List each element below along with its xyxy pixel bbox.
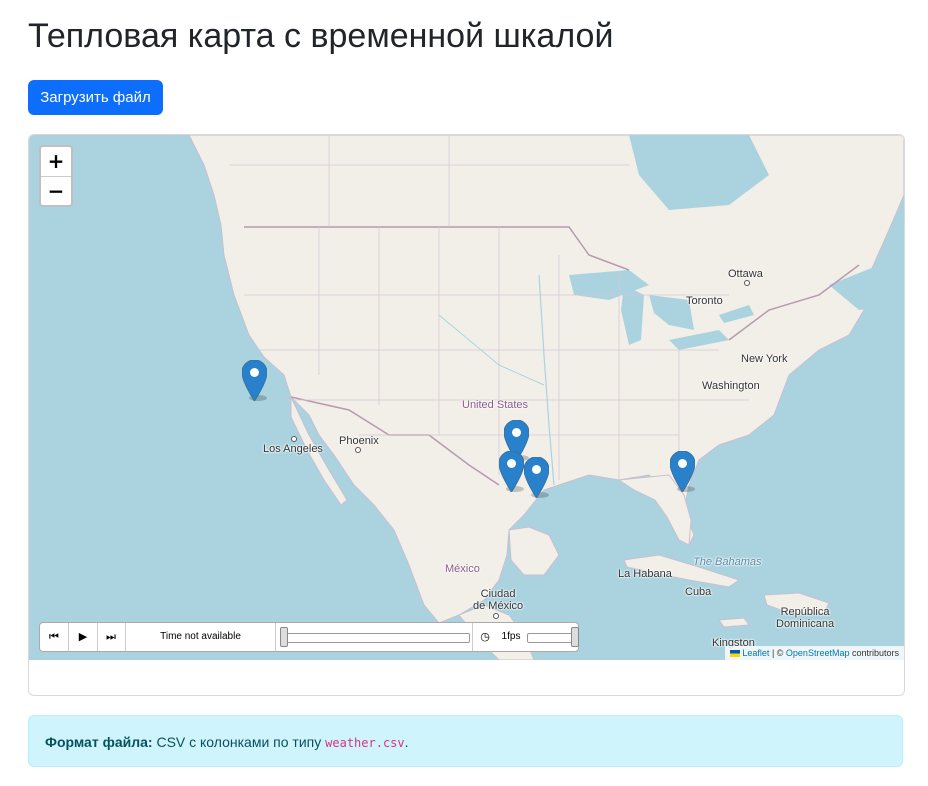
leaflet-link[interactable]: Leaflet xyxy=(742,648,769,658)
rewind-button[interactable]: ⏮ xyxy=(40,623,69,651)
label-mexico-city: Ciudad de México xyxy=(473,588,524,612)
map-card: Ottawa Toronto New York Washington Unite… xyxy=(28,134,905,696)
label-bahamas: The Bahamas xyxy=(693,556,762,568)
map-marker[interactable] xyxy=(499,451,524,492)
speed-slider-thumb[interactable] xyxy=(571,627,579,647)
time-display: Time not available xyxy=(126,623,276,651)
city-dot-phoenix xyxy=(355,447,361,453)
upload-file-button[interactable]: Загрузить файл xyxy=(28,80,163,115)
label-cuba: Cuba xyxy=(685,586,712,598)
label-phoenix: Phoenix xyxy=(339,435,379,447)
speed-icon: ◷ xyxy=(480,631,490,643)
zoom-out-button[interactable]: − xyxy=(41,177,71,206)
zoom-control: + − xyxy=(39,145,73,207)
basemap xyxy=(29,135,904,660)
play-button[interactable]: ▶ xyxy=(69,623,98,651)
label-los-angeles: Los Angeles xyxy=(263,443,323,455)
label-washington: Washington xyxy=(702,380,760,392)
ukraine-flag-icon xyxy=(730,650,741,658)
zoom-in-button[interactable]: + xyxy=(41,147,71,177)
speed-slider[interactable] xyxy=(525,623,579,651)
info-code: weather.csv xyxy=(325,736,405,750)
forward-button[interactable]: ⏭ xyxy=(97,623,126,651)
map-marker[interactable] xyxy=(670,451,695,492)
label-ottawa: Ottawa xyxy=(728,268,763,280)
label-la-habana: La Habana xyxy=(618,568,672,580)
map-marker[interactable] xyxy=(524,457,549,498)
time-slider[interactable] xyxy=(276,623,473,651)
label-toronto: Toronto xyxy=(686,295,723,307)
time-slider-track xyxy=(282,633,470,643)
info-end: . xyxy=(404,734,409,750)
map-attribution: Leaflet | © OpenStreetMap contributors xyxy=(725,646,904,660)
map-marker[interactable] xyxy=(242,360,267,401)
timeline-control: ⏮ ▶ ⏭ Time not available ◷ 1fps xyxy=(39,622,579,652)
file-format-info: Формат файла: CSV с колонками по типу we… xyxy=(28,715,903,767)
fps-display: 1fps xyxy=(501,631,521,642)
label-united-states: United States xyxy=(462,399,529,411)
label-new-york: New York xyxy=(741,353,788,365)
page-title: Тепловая карта с временной шкалой xyxy=(28,17,614,55)
city-dot-mexico-city xyxy=(493,613,499,619)
city-dot-ottawa xyxy=(744,280,750,286)
time-slider-thumb[interactable] xyxy=(280,627,288,647)
osm-link[interactable]: OpenStreetMap xyxy=(786,648,850,658)
label-dominicana: República Dominicana xyxy=(776,606,835,630)
label-mexico: México xyxy=(445,563,480,575)
info-label: Формат файла: xyxy=(45,734,153,750)
attribution-separator: | © xyxy=(769,648,786,658)
attribution-suffix: contributors xyxy=(849,648,899,658)
info-text: CSV с колонками по типу xyxy=(152,734,326,750)
map-viewport[interactable]: Ottawa Toronto New York Washington Unite… xyxy=(29,135,904,660)
city-dot-los-angeles xyxy=(291,436,297,442)
